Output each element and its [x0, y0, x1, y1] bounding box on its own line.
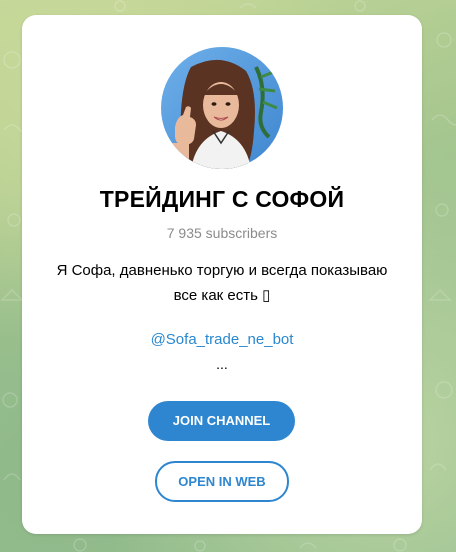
channel-preview-card: ТРЕЙДИНГ С СОФОЙ 7 935 subscribers Я Соф…: [22, 15, 422, 534]
channel-description: Я Софа, давненько торгую и всегда показы…: [42, 258, 402, 308]
description-line-2-text: все как есть: [173, 287, 263, 304]
description-line-1: Я Софа, давненько торгую и всегда показы…: [56, 262, 388, 279]
open-in-web-button[interactable]: OPEN IN WEB: [155, 461, 289, 502]
subscriber-count: 7 935 subscribers: [166, 225, 278, 241]
bot-username-link[interactable]: @Sofa_trade_ne_bot: [22, 331, 422, 348]
join-channel-button[interactable]: JOIN CHANNEL: [148, 401, 295, 441]
emoji-placeholder-icon: ▯: [262, 287, 271, 304]
description-ellipsis: ...: [216, 356, 228, 372]
avatar-photo: [161, 47, 283, 169]
channel-title: ТРЕЙДИНГ С СОФОЙ: [99, 186, 345, 212]
channel-avatar: [161, 47, 283, 169]
description-line-2: все как есть ▯: [42, 283, 402, 308]
